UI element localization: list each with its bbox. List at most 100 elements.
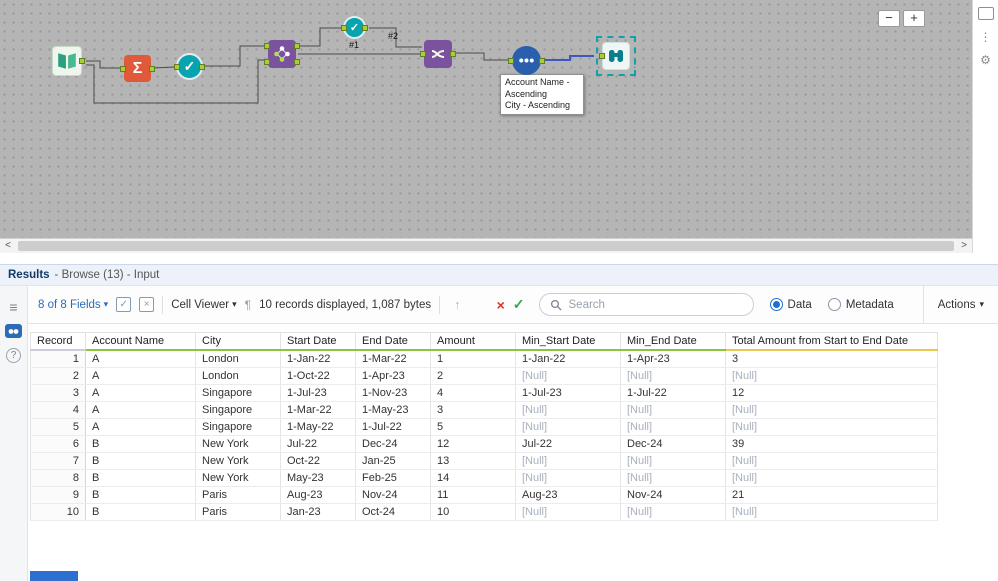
data-cell[interactable]: [Null]	[515, 469, 621, 487]
data-cell[interactable]: Jul-22	[515, 435, 621, 453]
record-number-cell[interactable]: 1	[30, 350, 86, 368]
data-cell[interactable]: Paris	[195, 486, 281, 504]
sort-tool[interactable]	[420, 40, 456, 68]
data-cell[interactable]: Aug-23	[515, 486, 621, 504]
data-cell[interactable]: [Null]	[515, 367, 621, 385]
output-anchor[interactable]	[294, 59, 300, 65]
data-cell[interactable]: B	[85, 503, 196, 521]
table-row[interactable]: 4 A Singapore 1-Mar-22 1-May-23 3 [Null] [Null]…	[30, 401, 938, 419]
data-cell[interactable]: 1-Jul-23	[515, 384, 621, 402]
data-cell[interactable]: 11	[430, 486, 516, 504]
output-anchor[interactable]	[199, 63, 205, 70]
tools-dots-icon[interactable]: ⋮	[980, 31, 992, 43]
data-cell[interactable]: Singapore	[195, 418, 281, 436]
cell-viewer-dropdown[interactable]: Cell Viewer ▾	[171, 299, 236, 311]
output-anchor[interactable]	[79, 58, 85, 64]
data-cell[interactable]: [Null]	[725, 418, 938, 436]
data-cell[interactable]: 4	[430, 384, 516, 402]
data-cell[interactable]: 1-Nov-23	[355, 384, 431, 402]
summarize-tool[interactable]: Σ	[120, 55, 155, 82]
input-anchor[interactable]	[264, 59, 270, 65]
data-cell[interactable]: [Null]	[620, 401, 726, 419]
input-anchor[interactable]	[264, 43, 270, 49]
record-number-cell[interactable]: 7	[30, 452, 86, 470]
column-header[interactable]: Min_End Date	[620, 332, 726, 351]
config-list-icon[interactable]: ≡	[9, 300, 17, 314]
data-radio[interactable]: Data	[769, 298, 812, 311]
data-cell[interactable]: [Null]	[620, 418, 726, 436]
fields-dropdown[interactable]: 8 of 8 Fields ▾	[38, 299, 108, 311]
data-cell[interactable]: [Null]	[620, 367, 726, 385]
data-cell[interactable]: 21	[725, 486, 938, 504]
input-anchor[interactable]	[508, 57, 514, 64]
data-cell[interactable]: [Null]	[515, 503, 621, 521]
input-anchor[interactable]	[341, 24, 347, 31]
table-row[interactable]: 3 A Singapore 1-Jul-23 1-Nov-23 4 1-Jul-23 1-Ju…	[30, 384, 938, 402]
data-cell[interactable]: A	[85, 418, 196, 436]
data-cell[interactable]: Jan-23	[280, 503, 356, 521]
column-header[interactable]: Min_Start Date	[515, 332, 621, 351]
data-cell[interactable]: 1-May-22	[280, 418, 356, 436]
data-cell[interactable]: 1-Mar-22	[280, 401, 356, 419]
data-cell[interactable]: [Null]	[515, 452, 621, 470]
data-cell[interactable]: [Null]	[725, 469, 938, 487]
table-row[interactable]: 8 B New York May-23 Feb-25 14 [Null] [Null] [Nul…	[30, 469, 938, 487]
data-cell[interactable]: Singapore	[195, 401, 281, 419]
data-cell[interactable]: 1-Jul-23	[280, 384, 356, 402]
column-header[interactable]: Total Amount from Start to End Date	[725, 332, 938, 351]
record-number-cell[interactable]: 8	[30, 469, 86, 487]
data-cell[interactable]: Jul-22	[280, 435, 356, 453]
workflow-canvas[interactable]: Account Name - Ascending City - Ascendin…	[0, 0, 972, 238]
canvas-horizontal-scrollbar[interactable]: < >	[0, 238, 972, 253]
table-row[interactable]: 7 B New York Oct-22 Jan-25 13 [Null] [Null] [Nul…	[30, 452, 938, 470]
record-number-cell[interactable]: 4	[30, 401, 86, 419]
data-cell[interactable]: 1-Jul-22	[355, 418, 431, 436]
record-number-cell[interactable]: 10	[30, 503, 86, 521]
clear-filter-icon[interactable]: ×	[497, 297, 505, 313]
output-anchor[interactable]	[450, 51, 456, 57]
data-cell[interactable]: B	[85, 452, 196, 470]
zoom-in-button[interactable]: +	[903, 10, 925, 27]
output-anchor[interactable]	[539, 57, 545, 64]
data-cell[interactable]: 3	[430, 401, 516, 419]
data-cell[interactable]: Singapore	[195, 384, 281, 402]
data-cell[interactable]: 14	[430, 469, 516, 487]
table-row[interactable]: 6 B New York Jul-22 Dec-24 12 Jul-22 Dec-24 39	[30, 435, 938, 453]
actions-dropdown[interactable]: Actions ▾	[922, 286, 998, 323]
data-cell[interactable]: [Null]	[725, 401, 938, 419]
browse-tool[interactable]	[599, 42, 630, 70]
input-data-tool[interactable]	[52, 46, 85, 76]
zoom-out-button[interactable]: −	[878, 10, 900, 27]
data-cell[interactable]: Oct-24	[355, 503, 431, 521]
data-cell[interactable]: [Null]	[725, 367, 938, 385]
search-input[interactable]	[568, 298, 743, 311]
record-number-cell[interactable]: 3	[30, 384, 86, 402]
table-row[interactable]: 10 B Paris Jan-23 Oct-24 10 [Null] [Null] [Null]	[30, 503, 938, 521]
data-cell[interactable]: [Null]	[620, 503, 726, 521]
record-number-cell[interactable]: 2	[30, 367, 86, 385]
data-cell[interactable]: Dec-24	[620, 435, 726, 453]
data-cell[interactable]: London	[195, 367, 281, 385]
data-cell[interactable]: May-23	[280, 469, 356, 487]
column-header[interactable]: End Date	[355, 332, 431, 351]
data-cell[interactable]: Dec-24	[355, 435, 431, 453]
scrollbar-thumb[interactable]	[18, 241, 954, 251]
data-cell[interactable]: A	[85, 367, 196, 385]
join-tool[interactable]	[264, 40, 300, 68]
data-cell[interactable]: 1-Jan-22	[515, 350, 621, 368]
scroll-right-icon[interactable]: >	[956, 239, 972, 253]
data-cell[interactable]: 1-Jul-22	[620, 384, 726, 402]
data-cell[interactable]: 1-May-23	[355, 401, 431, 419]
scroll-left-icon[interactable]: <	[0, 239, 16, 253]
data-cell[interactable]: [Null]	[725, 452, 938, 470]
output-anchor[interactable]	[362, 24, 368, 31]
input-anchor[interactable]	[599, 53, 605, 59]
input-anchor[interactable]	[120, 65, 126, 72]
data-cell[interactable]: B	[85, 469, 196, 487]
pilcrow-icon[interactable]: ¶	[245, 298, 251, 312]
data-cell[interactable]: Feb-25	[355, 469, 431, 487]
data-cell[interactable]: [Null]	[515, 418, 621, 436]
table-row[interactable]: 1 A London 1-Jan-22 1-Mar-22 1 1-Jan-22 1-Apr-2…	[30, 350, 938, 368]
apply-filter-icon[interactable]: ✓	[513, 296, 525, 313]
checkbox-icon[interactable]: ✓	[116, 297, 132, 312]
